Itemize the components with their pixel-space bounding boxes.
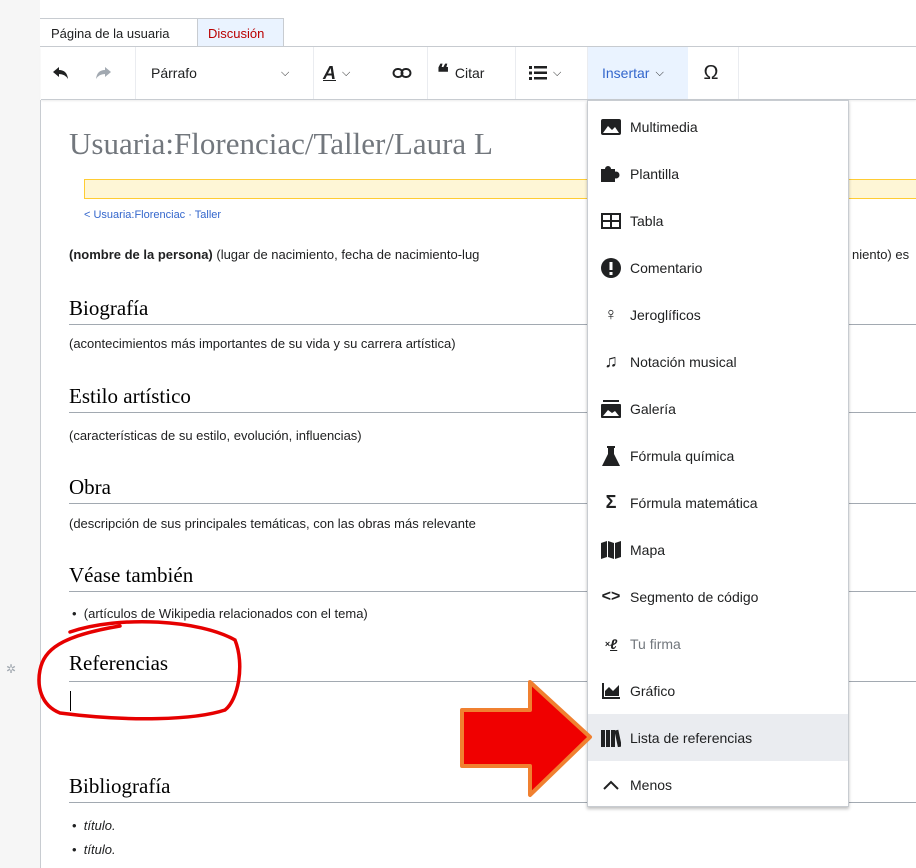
menu-item-tabla[interactable]: Tabla — [588, 197, 848, 244]
map-icon — [600, 539, 622, 561]
flask-icon — [600, 445, 622, 467]
alert-icon — [600, 257, 622, 279]
references-icon — [600, 727, 622, 749]
insert-menu: Multimedia Plantilla Tabla Comentario ♀ … — [587, 100, 849, 807]
lead-bold: (nombre de la persona) — [69, 247, 213, 262]
cite-label: Citar — [454, 65, 485, 81]
list-item[interactable]: • título. — [72, 842, 116, 857]
menu-item-plantilla[interactable]: Plantilla — [588, 150, 848, 197]
menu-item-label: Notación musical — [630, 353, 737, 370]
chevron-down-icon: ⌵ — [655, 66, 664, 79]
menu-item-label: Segmento de código — [630, 588, 759, 605]
menu-item-comentario[interactable]: Comentario — [588, 244, 848, 291]
menu-item-label: Tu firma — [630, 635, 681, 652]
menu-item-label: Mapa — [630, 541, 666, 558]
list-item-text: título. — [83, 842, 116, 857]
list-item-text: título. — [83, 818, 116, 833]
list-item[interactable]: • título. — [72, 818, 116, 833]
menu-item-label: Menos — [630, 776, 673, 793]
menu-item-multimedia[interactable]: Multimedia — [588, 103, 848, 150]
menu-item-label: Jeroglíficos — [630, 306, 701, 323]
menu-item-lista-referencias[interactable]: Lista de referencias — [588, 714, 848, 761]
list-button[interactable]: ⌵ — [529, 47, 579, 99]
lead-text-continuation: niento) es — [852, 247, 910, 262]
special-character-button[interactable]: Ω — [689, 47, 733, 99]
undo-icon — [53, 67, 68, 79]
heading-estilo[interactable]: Estilo artístico — [69, 384, 191, 409]
paragraph-select[interactable]: Párrafo ⌵ — [151, 47, 311, 99]
list-item[interactable]: • (artículos de Wikipedia relacionados c… — [72, 606, 368, 621]
chevron-down-icon: ⌵ — [342, 66, 351, 79]
ankh-icon: ♀ — [604, 304, 618, 324]
insert-label: Insertar — [602, 65, 650, 81]
menu-item-mapa[interactable]: Mapa — [588, 526, 848, 573]
list-item-text: (artículos de Wikipedia relacionados con… — [83, 606, 368, 621]
menu-item-segmento-codigo[interactable]: <> Segmento de código — [588, 573, 848, 620]
menu-item-label: Tabla — [630, 212, 664, 229]
breadcrumb[interactable]: < Usuaria:Florenciac · Taller — [84, 209, 221, 221]
text-cursor — [70, 691, 71, 711]
chevron-down-icon: ⌵ — [281, 66, 290, 79]
heading-bibliografia[interactable]: Bibliografía — [69, 774, 170, 799]
image-icon — [600, 116, 622, 138]
tab-user-page[interactable]: Página de la usuaria — [40, 18, 198, 46]
menu-item-jeroglificos[interactable]: ♀ Jeroglíficos — [588, 291, 848, 338]
music-icon: ♫ — [604, 351, 618, 371]
code-icon: <> — [601, 587, 621, 605]
heading-biografia[interactable]: Biografía — [69, 296, 148, 321]
menu-item-label: Plantilla — [630, 165, 680, 182]
heading-referencias[interactable]: Referencias — [69, 651, 168, 676]
menu-item-label: Multimedia — [630, 118, 698, 135]
editor-toolbar: Párrafo ⌵ A ⌵ ❝ Citar ⌵ Insertar ⌵ Ω — [41, 47, 916, 100]
chart-icon — [600, 680, 622, 702]
redo-button[interactable] — [93, 47, 123, 99]
paragraph-obra[interactable]: (descripción de sus principales temática… — [69, 516, 476, 531]
page-title: Usuaria:Florenciac/Taller/Laura L — [69, 126, 493, 161]
menu-item-notacion-musical[interactable]: ♫ Notación musical — [588, 338, 848, 385]
menu-item-label: Fórmula química — [630, 447, 735, 464]
chevron-up-icon — [600, 774, 622, 796]
table-icon — [600, 210, 622, 232]
cite-button[interactable]: ❝ Citar — [437, 47, 507, 99]
quote-icon: ❝ — [437, 60, 449, 85]
paragraph-biografia[interactable]: (acontecimientos más importantes de su v… — [69, 336, 456, 351]
lead-paragraph[interactable]: (nombre de la persona) (lugar de nacimie… — [69, 247, 479, 262]
menu-item-grafico[interactable]: Gráfico — [588, 667, 848, 714]
insert-button[interactable]: Insertar ⌵ — [588, 47, 688, 99]
lead-text: (lugar de nacimiento, fecha de nacimient… — [212, 247, 480, 262]
menu-item-label: Galería — [630, 400, 676, 417]
menu-item-label: Fórmula matemática — [630, 494, 758, 511]
paragraph-label: Párrafo — [151, 65, 197, 81]
sigma-icon: Σ — [605, 492, 617, 512]
undo-button[interactable] — [51, 47, 81, 99]
heading-vease-tambien[interactable]: Véase también — [69, 563, 193, 588]
menu-item-tu-firma[interactable]: × ℓ Tu firma — [588, 620, 848, 667]
menu-item-label: Lista de referencias — [630, 729, 753, 746]
menu-item-label: Gráfico — [630, 682, 676, 699]
left-gutter — [0, 0, 40, 868]
heading-obra[interactable]: Obra — [69, 475, 111, 500]
signature-icon: × ℓ — [604, 635, 618, 652]
menu-item-label: Comentario — [630, 259, 703, 276]
list-icon — [529, 66, 547, 80]
link-icon — [392, 68, 412, 78]
menu-item-galeria[interactable]: Galería — [588, 385, 848, 432]
menu-item-formula-quimica[interactable]: Fórmula química — [588, 432, 848, 479]
text-style-button[interactable]: A ⌵ — [323, 47, 373, 99]
tab-discussion[interactable]: Discusión — [198, 18, 284, 46]
gear-icon[interactable]: ✲ — [6, 662, 16, 676]
gallery-icon — [600, 398, 622, 420]
redo-icon — [96, 67, 111, 79]
text-style-icon: A — [323, 62, 336, 83]
menu-item-formula-matematica[interactable]: Σ Fórmula matemática — [588, 479, 848, 526]
paragraph-estilo[interactable]: (características de su estilo, evolución… — [69, 428, 362, 443]
chevron-down-icon: ⌵ — [553, 66, 562, 79]
menu-item-menos[interactable]: Menos — [588, 761, 848, 808]
link-button[interactable] — [387, 47, 417, 99]
puzzle-icon — [600, 163, 622, 185]
